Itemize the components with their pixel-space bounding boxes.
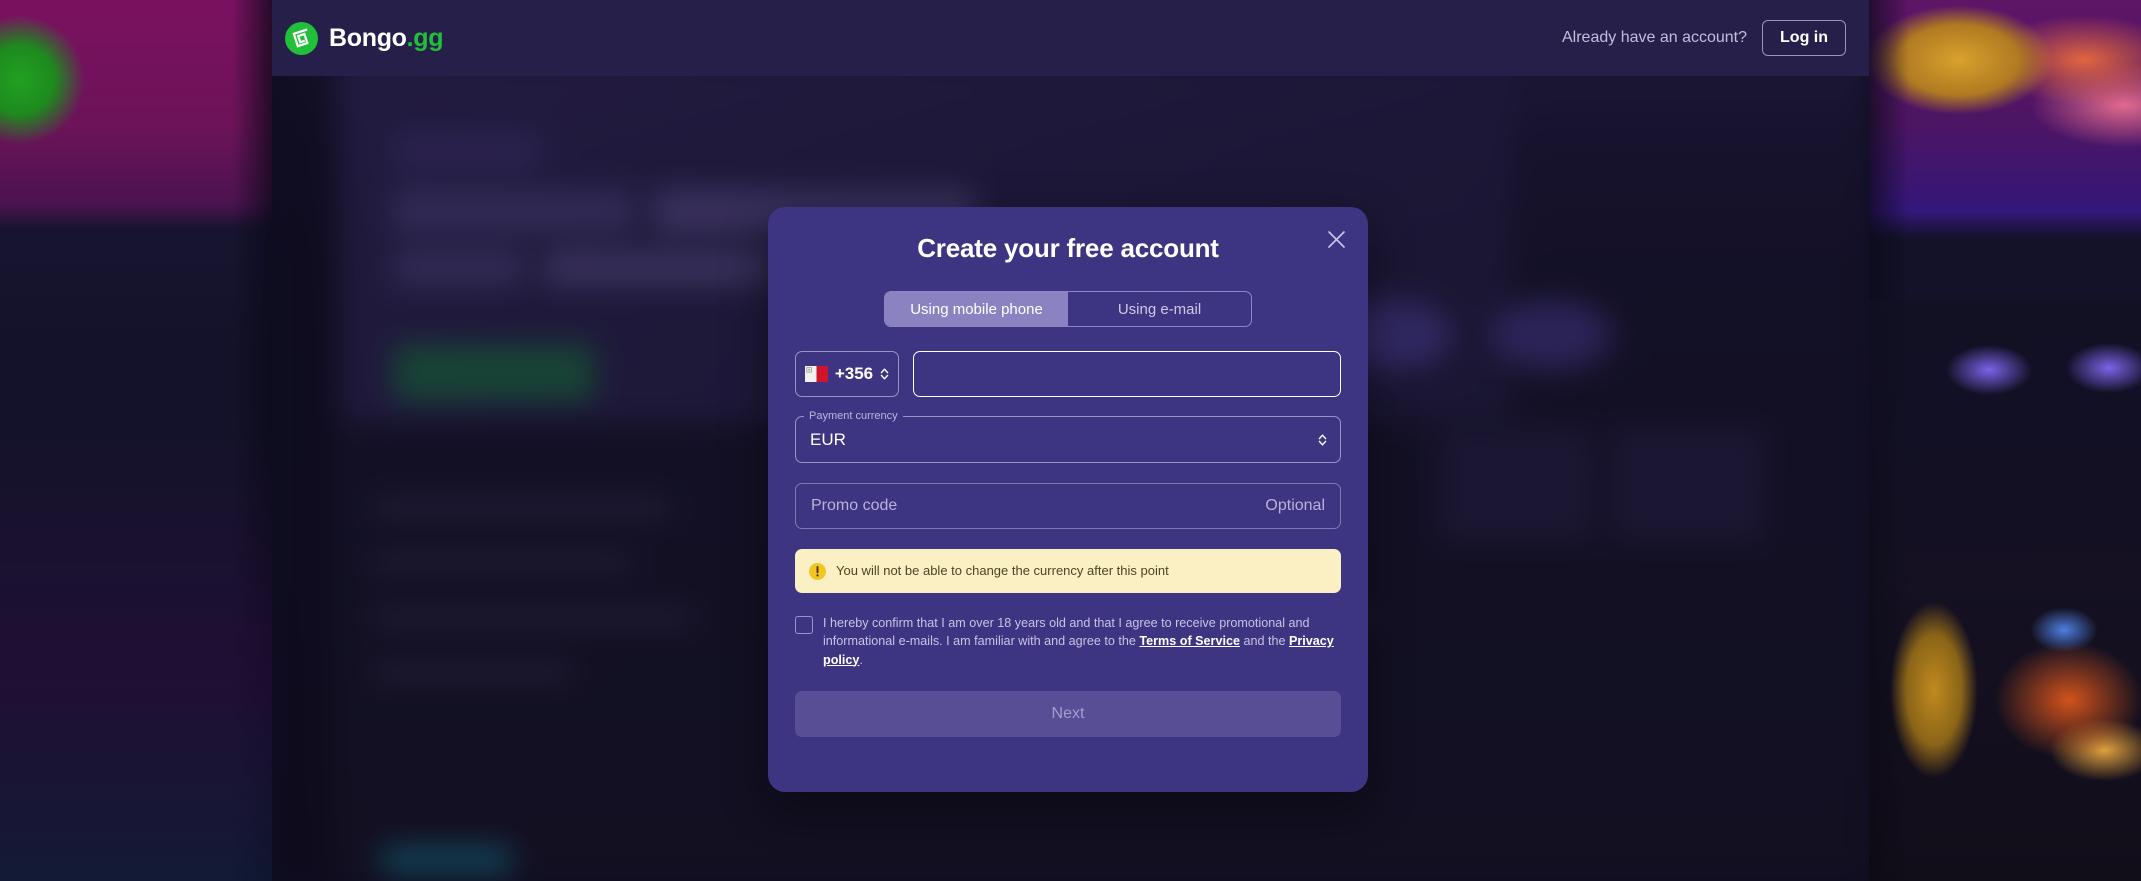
brand-wordmark: Bongo.gg (329, 23, 444, 53)
page-title: Create your free account (917, 233, 1219, 263)
signup-form: +356 Payment currency EUR Promo code Opt… (768, 351, 1368, 737)
bongo-spiral-logo-icon (285, 21, 318, 55)
close-icon[interactable] (1318, 221, 1354, 257)
country-code-select[interactable]: +356 (795, 351, 899, 397)
payment-currency-value: EUR (810, 430, 846, 449)
background-left-edge-shade (232, 0, 272, 881)
log-in-button[interactable]: Log in (1762, 20, 1846, 56)
country-code-value: +356 (834, 364, 874, 383)
signup-method-tabs: Using mobile phone Using e-mail (884, 291, 1252, 327)
tab-using-mobile-phone[interactable]: Using mobile phone (885, 292, 1068, 326)
payment-currency-outline: Payment currency (795, 411, 1341, 463)
consent-text-middle: and the (1239, 634, 1289, 649)
consent-text-after: . (859, 652, 863, 667)
create-account-modal: Create your free account Using mobile ph… (768, 207, 1368, 792)
currency-warning-text: You will not be able to change the curre… (836, 563, 1169, 579)
phone-row: +356 (795, 351, 1341, 397)
promo-code-optional-hint: Optional (1265, 497, 1325, 514)
consent-text: I hereby confirm that I am over 18 years… (823, 614, 1341, 669)
background-left-art (0, 0, 272, 881)
malta-flag-icon (804, 366, 828, 382)
consent-row: I hereby confirm that I am over 18 years… (795, 614, 1341, 669)
payment-currency-select[interactable]: Payment currency EUR (795, 411, 1341, 463)
warning-exclamation-icon (809, 562, 826, 580)
promo-code-input[interactable]: Promo code Optional (795, 483, 1341, 529)
background-right-art (1869, 0, 2141, 881)
chevron-up-down-icon (880, 368, 889, 380)
promo-code-placeholder: Promo code (811, 497, 898, 514)
phone-number-input[interactable] (913, 351, 1341, 397)
top-header-bar: Bongo.gg Already have an account? Log in (272, 0, 1869, 76)
terms-of-service-link[interactable]: Terms of Service (1139, 634, 1240, 648)
header-account-group: Already have an account? Log in (1562, 20, 1846, 56)
brand-logo[interactable]: Bongo.gg (285, 21, 444, 55)
page-root: Bongo.gg Already have an account? Log in… (0, 0, 2141, 881)
chevron-up-down-icon (1318, 417, 1327, 463)
next-button[interactable]: Next (795, 690, 1341, 737)
brand-suffix: .gg (406, 23, 444, 52)
age-and-marketing-consent-checkbox[interactable] (795, 616, 813, 634)
currency-warning-alert: You will not be able to change the curre… (795, 549, 1341, 593)
account-prompt-text: Already have an account? (1562, 29, 1748, 46)
tab-using-email[interactable]: Using e-mail (1068, 292, 1251, 326)
background-right-edge-shade (1869, 0, 1909, 881)
brand-name: Bongo (329, 23, 407, 52)
